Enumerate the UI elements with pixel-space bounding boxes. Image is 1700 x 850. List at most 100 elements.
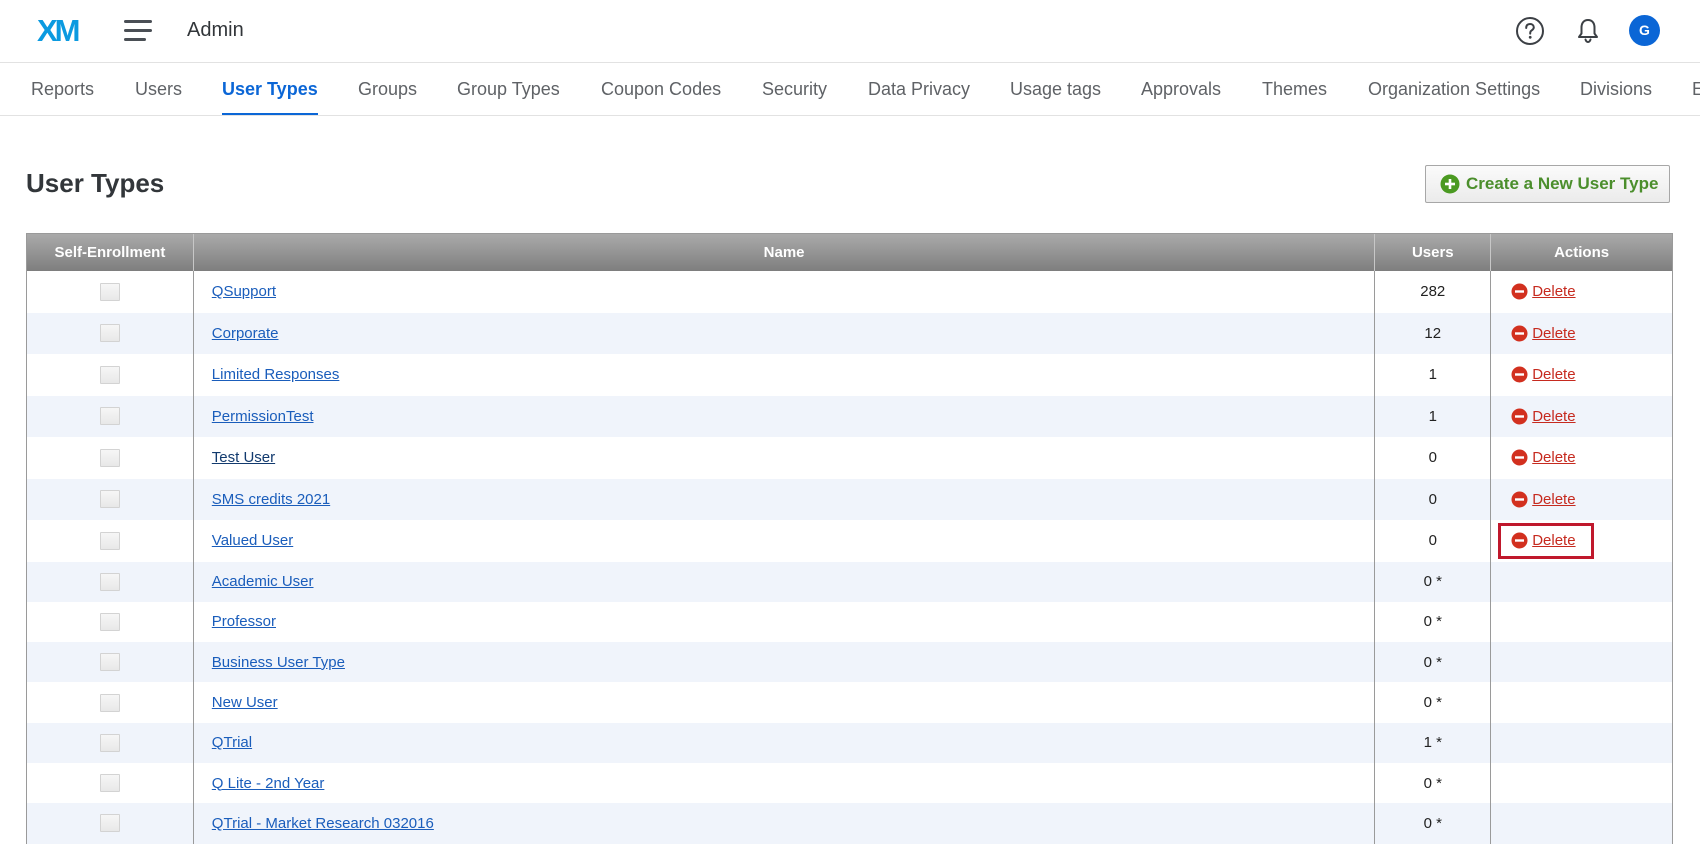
self-enrollment-checkbox[interactable] bbox=[99, 531, 120, 550]
users-count: 0 bbox=[1374, 437, 1490, 479]
users-count: 0 * bbox=[1374, 561, 1490, 602]
admin-tabs: Reports Users User Types Groups Group Ty… bbox=[0, 63, 1700, 116]
self-enrollment-checkbox[interactable] bbox=[99, 448, 120, 467]
table-row: Test User 0 Delete bbox=[27, 437, 1672, 479]
self-enrollment-checkbox[interactable] bbox=[99, 693, 120, 712]
table-row: SMS credits 2021 0 Delete bbox=[27, 478, 1672, 520]
users-count: 0 * bbox=[1374, 803, 1490, 844]
self-enrollment-checkbox[interactable] bbox=[99, 653, 120, 672]
table-row: QTrial - Market Research 032016 0 * bbox=[27, 803, 1672, 844]
self-enrollment-checkbox[interactable] bbox=[99, 324, 120, 343]
self-enrollment-checkbox[interactable] bbox=[99, 365, 120, 384]
help-icon[interactable] bbox=[1515, 16, 1545, 46]
user-type-link[interactable]: QTrial - Market Research 032016 bbox=[212, 815, 434, 832]
column-header-name[interactable]: Name bbox=[192, 234, 1375, 271]
user-type-link[interactable]: QSupport bbox=[212, 283, 276, 300]
delete-link[interactable]: Delete bbox=[1511, 408, 1576, 425]
xm-logo[interactable]: XM bbox=[37, 14, 89, 46]
minus-circle-icon bbox=[1511, 532, 1528, 549]
avatar[interactable]: G bbox=[1629, 15, 1660, 46]
self-enrollment-checkbox[interactable] bbox=[99, 612, 120, 631]
plus-circle-icon bbox=[1440, 174, 1460, 194]
self-enrollment-checkbox[interactable] bbox=[99, 282, 120, 301]
column-header-actions: Actions bbox=[1490, 234, 1672, 271]
tab-coupon-codes[interactable]: Coupon Codes bbox=[601, 63, 721, 115]
tab-themes[interactable]: Themes bbox=[1262, 63, 1327, 115]
user-type-link[interactable]: Q Lite - 2nd Year bbox=[212, 775, 325, 792]
self-enrollment-checkbox[interactable] bbox=[99, 814, 120, 833]
user-type-link[interactable]: PermissionTest bbox=[212, 408, 314, 425]
create-button-label: Create a New User Type bbox=[1466, 174, 1659, 193]
delete-link[interactable]: Delete bbox=[1511, 283, 1576, 300]
notification-bell-icon[interactable] bbox=[1573, 16, 1603, 46]
minus-circle-icon bbox=[1511, 491, 1528, 508]
column-header-users[interactable]: Users bbox=[1374, 234, 1490, 271]
user-type-link[interactable]: Valued User bbox=[212, 532, 293, 549]
self-enrollment-checkbox[interactable] bbox=[99, 572, 120, 591]
user-type-link[interactable]: Corporate bbox=[212, 325, 279, 342]
minus-circle-icon bbox=[1511, 366, 1528, 383]
create-user-type-button[interactable]: Create a New User Type bbox=[1425, 165, 1670, 203]
self-enrollment-checkbox[interactable] bbox=[99, 490, 120, 509]
tab-approvals[interactable]: Approvals bbox=[1141, 63, 1221, 115]
tab-divisions[interactable]: Divisions bbox=[1580, 63, 1652, 115]
delete-link[interactable]: Delete bbox=[1511, 366, 1576, 383]
tab-organization-settings[interactable]: Organization Settings bbox=[1368, 63, 1540, 115]
user-type-link[interactable]: QTrial bbox=[212, 734, 252, 751]
tab-overflow[interactable]: E bbox=[1692, 63, 1700, 115]
delete-link[interactable]: Delete bbox=[1511, 532, 1576, 549]
top-bar: XM Admin G bbox=[0, 0, 1700, 63]
table-row: PermissionTest 1 Delete bbox=[27, 395, 1672, 437]
users-count: 0 * bbox=[1374, 601, 1490, 643]
menu-icon[interactable] bbox=[124, 20, 152, 42]
users-count: 1 bbox=[1374, 354, 1490, 396]
self-enrollment-checkbox[interactable] bbox=[99, 774, 120, 793]
users-count: 0 * bbox=[1374, 762, 1490, 804]
tab-user-types[interactable]: User Types bbox=[222, 63, 318, 115]
users-count: 0 bbox=[1374, 520, 1490, 562]
user-types-table: Self-Enrollment Name Users Actions QSupp… bbox=[26, 233, 1673, 844]
table-row: Academic User 0 * bbox=[27, 561, 1672, 602]
table-row: Professor 0 * bbox=[27, 601, 1672, 643]
minus-circle-icon bbox=[1511, 408, 1528, 425]
delete-link[interactable]: Delete bbox=[1511, 491, 1576, 508]
user-type-link[interactable]: Academic User bbox=[212, 573, 314, 590]
tab-usage-tags[interactable]: Usage tags bbox=[1010, 63, 1101, 115]
svg-text:XM: XM bbox=[37, 14, 79, 46]
user-type-link[interactable]: Professor bbox=[212, 613, 276, 630]
app-title: Admin bbox=[187, 19, 244, 41]
table-row: Q Lite - 2nd Year 0 * bbox=[27, 762, 1672, 804]
table-row: QSupport 282 Delete bbox=[27, 271, 1672, 313]
table-row: New User 0 * bbox=[27, 682, 1672, 723]
users-count: 12 bbox=[1374, 312, 1490, 354]
users-count: 0 * bbox=[1374, 682, 1490, 723]
minus-circle-icon bbox=[1511, 325, 1528, 342]
user-type-link[interactable]: Test User bbox=[212, 449, 275, 466]
table-row: Corporate 12 Delete bbox=[27, 312, 1672, 354]
minus-circle-icon bbox=[1511, 283, 1528, 300]
table-row: Valued User 0 Delete bbox=[27, 520, 1672, 562]
delete-link[interactable]: Delete bbox=[1511, 449, 1576, 466]
users-count: 1 bbox=[1374, 395, 1490, 437]
tab-users[interactable]: Users bbox=[135, 63, 182, 115]
delete-link[interactable]: Delete bbox=[1511, 325, 1576, 342]
page-title: User Types bbox=[26, 168, 165, 198]
tab-data-privacy[interactable]: Data Privacy bbox=[868, 63, 970, 115]
tab-reports[interactable]: Reports bbox=[31, 63, 94, 115]
user-type-link[interactable]: Limited Responses bbox=[212, 366, 340, 383]
table-row: Limited Responses 1 Delete bbox=[27, 354, 1672, 396]
users-count: 0 * bbox=[1374, 642, 1490, 683]
user-type-link[interactable]: Business User Type bbox=[212, 654, 345, 671]
table-row: QTrial 1 * bbox=[27, 722, 1672, 763]
minus-circle-icon bbox=[1511, 449, 1528, 466]
tab-groups[interactable]: Groups bbox=[358, 63, 417, 115]
users-count: 1 * bbox=[1374, 722, 1490, 763]
user-type-link[interactable]: SMS credits 2021 bbox=[212, 491, 330, 508]
self-enrollment-checkbox[interactable] bbox=[99, 733, 120, 752]
tab-security[interactable]: Security bbox=[762, 63, 827, 115]
column-header-self-enrollment[interactable]: Self-Enrollment bbox=[27, 234, 193, 271]
tab-group-types[interactable]: Group Types bbox=[457, 63, 560, 115]
self-enrollment-checkbox[interactable] bbox=[99, 407, 120, 426]
user-type-link[interactable]: New User bbox=[212, 694, 278, 711]
table-row: Business User Type 0 * bbox=[27, 642, 1672, 683]
